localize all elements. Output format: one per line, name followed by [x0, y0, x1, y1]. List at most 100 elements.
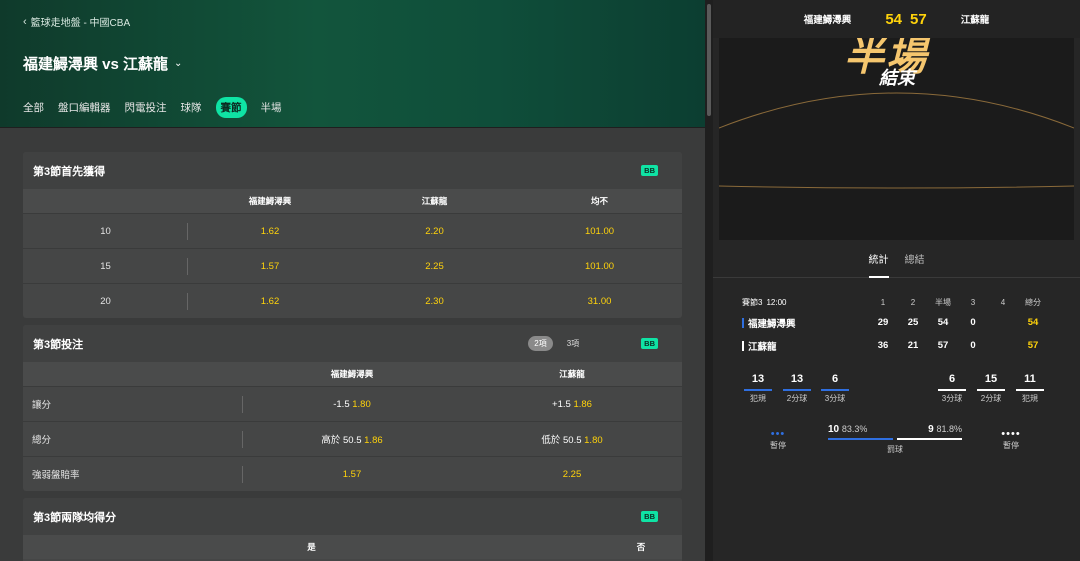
team-comparison: 13 犯規 13 2分球 6 3分球 6 3分球 15 2分球 11 犯規 ••• 暫停 ••… [713, 373, 1080, 454]
away-ft: 9 81.8% [928, 424, 962, 435]
odds-button[interactable]: 2.20 [352, 226, 517, 237]
divider [187, 258, 188, 275]
home-row-name: 福建鱘潯興 [742, 316, 868, 330]
tab-teams[interactable]: 球隊 [181, 98, 202, 117]
home-timeouts: ••• 暫停 [758, 428, 798, 451]
court-visualization: 半場 結束 [719, 38, 1074, 240]
away-2pt: 15 2分球 [976, 373, 1006, 404]
home-3pt: 6 3分球 [820, 373, 850, 404]
market-controls: 2項 3項 BB [528, 336, 672, 351]
market-title: 第3節首先獲得 [33, 165, 106, 178]
col-away: 江蘇龍 [559, 369, 585, 379]
odds-button[interactable]: +1.5 1.86 [462, 399, 682, 410]
home-2pt: 13 2分球 [782, 373, 812, 404]
divider [242, 396, 243, 413]
bet-builder-badge: BB [641, 165, 658, 176]
col-away: 江蘇龍 [421, 196, 448, 206]
col-neither: 均不 [590, 196, 608, 206]
col-yes: 是 [307, 542, 316, 552]
market-quarter-betting: 第3節投注 2項 3項 BB 福建鱘潯興 江蘇龍 讓分 -1.5 1.80 +1… [23, 325, 682, 491]
col-no: 否 [636, 542, 646, 552]
table-row: 15 1.57 2.25 101.00 [23, 248, 682, 283]
market-header[interactable]: 第3節首先獲得 BB [23, 152, 682, 189]
table-row: 讓分 -1.5 1.80 +1.5 1.86 [23, 386, 682, 421]
match-header: ‹ 籃球走地盤 - 中國CBA 福建鱘潯興 vs 江蘇龍 ⌄ 全部 盤口編輯器 … [0, 0, 705, 128]
tab-summary[interactable]: 總結 [905, 250, 925, 278]
odds-button[interactable]: 1.62 [188, 226, 352, 237]
breadcrumb[interactable]: ‹ 籃球走地盤 - 中國CBA [23, 14, 131, 30]
odds-button[interactable]: 101.00 [517, 261, 682, 272]
odds-button[interactable]: 高於 50.5 1.86 [242, 432, 462, 446]
away-timeouts: •••• 暫停 [991, 428, 1031, 451]
away-row-name: 江蘇龍 [742, 339, 868, 353]
column-headers: 福建鱘潯興 江蘇龍 均不 [23, 189, 682, 213]
odds-button[interactable]: 1.57 [188, 261, 352, 272]
home-ft: 10 83.3% [828, 424, 868, 435]
odds-button[interactable]: 31.00 [517, 296, 682, 307]
markets-panel: ‹ 籃球走地盤 - 中國CBA 福建鱘潯興 vs 江蘇龍 ⌄ 全部 盤口編輯器 … [0, 0, 705, 561]
period-status: 結束 [879, 68, 915, 88]
table-row: 20 1.62 2.30 31.00 [23, 283, 682, 318]
market-header[interactable]: 第3節兩隊均得分 BB [23, 498, 682, 535]
breadcrumb-label: 籃球走地盤 - 中國CBA [30, 18, 131, 29]
col-home: 福建鱘潯興 [248, 196, 292, 206]
odds-button[interactable]: 1.62 [188, 296, 352, 307]
bet-builder-badge: BB [641, 511, 658, 522]
row-label: 強弱盤賠率 [32, 470, 80, 481]
column-headers: 福建鱘潯興 江蘇龍 [23, 362, 682, 386]
col-home: 福建鱘潯興 [330, 369, 374, 379]
odds-button[interactable]: 2.25 [352, 261, 517, 272]
divider [187, 293, 188, 310]
chevron-left-icon: ‹ [23, 15, 27, 28]
odds-button[interactable]: -1.5 1.80 [242, 399, 462, 410]
market-title: 第3節投注 [33, 338, 84, 351]
timeout-dots: •••• [1001, 428, 1021, 440]
row-label: 讓分 [32, 400, 52, 411]
free-throws: 10 83.3% 9 81.8% 罰球 [828, 424, 962, 454]
period-clock: 賽節3 12:00 [742, 297, 787, 307]
tab-quarters[interactable]: 賽節 [215, 97, 247, 118]
pill-2-way[interactable]: 2項 [528, 336, 553, 351]
odds-button[interactable]: 2.25 [462, 469, 682, 480]
odds-button[interactable]: 101.00 [517, 226, 682, 237]
pill-3-way[interactable]: 3項 [561, 336, 585, 351]
tab-half[interactable]: 半場 [261, 98, 282, 117]
market-race-to: 第3節首先獲得 BB 福建鱘潯興 江蘇龍 均不 10 1.62 2.20 101… [23, 152, 682, 318]
period-score-table: 賽節3 12:00 1 2 半場 3 4 總分 福建鱘潯興 29 25 54 0… [742, 295, 1072, 357]
table-row: 10 1.62 2.20 101.00 [23, 213, 682, 248]
market-both-score: 第3節兩隊均得分 BB 是 否 [23, 498, 682, 561]
stats-tabs: 統計 總結 [713, 250, 1080, 278]
score-header: 福建鱘潯興 54 57 江蘇龍 [713, 0, 1080, 38]
divider [187, 223, 188, 240]
table-row: 福建鱘潯興 29 25 54 0 54 [742, 311, 1072, 334]
table-row: 總分 高於 50.5 1.86 低於 50.5 1.80 [23, 421, 682, 456]
row-label: 總分 [32, 435, 52, 446]
away-fouls: 11 犯規 [1015, 373, 1045, 404]
row-label: 15 [100, 260, 111, 272]
market-header[interactable]: 第3節投注 2項 3項 BB [23, 325, 682, 362]
divider [242, 466, 243, 483]
timeout-dots: ••• [770, 428, 786, 440]
row-label: 10 [100, 225, 111, 237]
scrollbar-thumb[interactable] [707, 4, 711, 116]
odds-button[interactable]: 1.57 [242, 469, 462, 480]
away-color-marker [742, 340, 744, 351]
tab-quick-bet[interactable]: 閃電投注 [125, 98, 167, 117]
tab-stats[interactable]: 統計 [868, 250, 889, 278]
match-title[interactable]: 福建鱘潯興 vs 江蘇龍 ⌄ [23, 53, 182, 74]
home-score: 54 [885, 10, 902, 28]
home-team-name: 福建鱘潯興 [803, 15, 852, 26]
away-score: 57 [910, 10, 927, 28]
table-header: 賽節3 12:00 1 2 半場 3 4 總分 [742, 297, 1041, 307]
divider [242, 431, 243, 448]
odds-button[interactable]: 低於 50.5 1.80 [462, 432, 682, 446]
away-team-name: 江蘇龍 [960, 15, 990, 26]
tab-bet-builder[interactable]: 盤口編輯器 [58, 98, 111, 117]
ft-bars [828, 438, 962, 440]
tab-all[interactable]: 全部 [23, 98, 44, 117]
scrollbar[interactable] [705, 0, 713, 561]
app-root: ‹ 籃球走地盤 - 中國CBA 福建鱘潯興 vs 江蘇龍 ⌄ 全部 盤口編輯器 … [0, 0, 1080, 561]
home-color-marker [742, 317, 744, 328]
chevron-down-icon: ⌄ [174, 58, 183, 69]
odds-button[interactable]: 2.30 [352, 296, 517, 307]
